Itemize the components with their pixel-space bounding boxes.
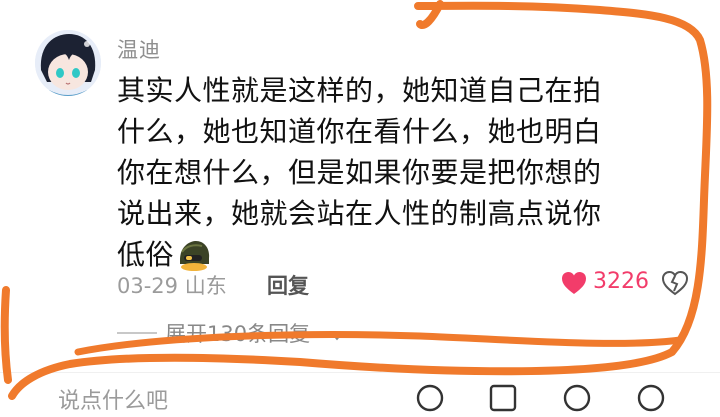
comment-text: 其实人性就是这样的，她知道自己在拍 什么，她也知道你在看什么，她也明白 你在想什… bbox=[117, 70, 702, 275]
comment-line: 低俗 bbox=[117, 238, 175, 271]
emoji-icon[interactable] bbox=[562, 383, 592, 413]
comment-line: 说出来，她就会站在人性的制高点说你 bbox=[117, 197, 602, 230]
comment-item: 温迪 其实人性就是这样的，她知道自己在拍 什么，她也知道你在看什么，她也明白 你… bbox=[0, 0, 720, 405]
expand-replies-label[interactable]: 展开130条回复 bbox=[165, 318, 310, 348]
chevron-down-icon[interactable] bbox=[330, 324, 344, 341]
helmet-emoji-icon bbox=[176, 238, 212, 272]
date-location: 03-29 山东 bbox=[117, 274, 227, 298]
username[interactable]: 温迪 bbox=[117, 34, 161, 64]
add-icon[interactable] bbox=[636, 383, 666, 413]
comment-line: 你在想什么，但是如果你要是把你想的 bbox=[117, 156, 602, 189]
at-icon[interactable] bbox=[415, 383, 445, 413]
image-icon[interactable] bbox=[488, 383, 518, 413]
comment-input-bar: 说点什么吧 bbox=[0, 372, 720, 414]
comment-line: 其实人性就是这样的，她知道自己在拍 bbox=[117, 74, 602, 107]
avatar[interactable] bbox=[35, 30, 101, 96]
reply-button[interactable]: 回复 bbox=[267, 270, 309, 300]
comment-input-hint[interactable]: 说点什么吧 bbox=[58, 383, 168, 415]
like-count: 3226 bbox=[593, 269, 649, 294]
heart-filled-icon[interactable] bbox=[560, 270, 588, 296]
broken-heart-icon[interactable] bbox=[661, 269, 689, 297]
comment-line: 什么，她也知道你在看什么，她也明白 bbox=[117, 115, 602, 148]
divider bbox=[117, 332, 157, 334]
